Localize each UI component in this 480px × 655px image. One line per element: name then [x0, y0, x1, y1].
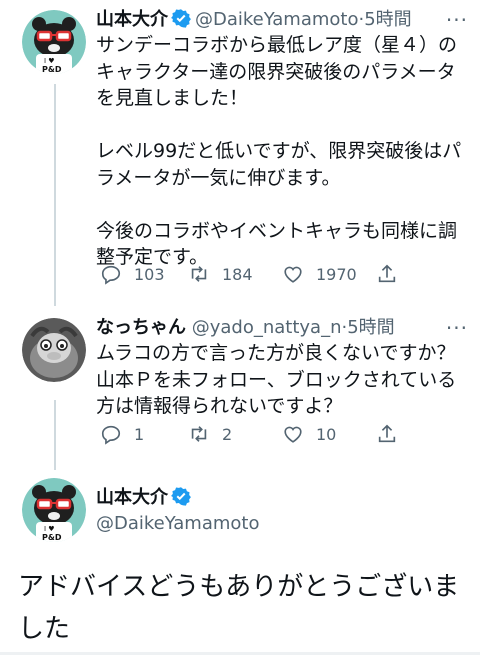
retweet-icon	[191, 426, 207, 442]
reply-icon	[101, 425, 121, 445]
like-count: 1970	[316, 264, 357, 284]
avatar[interactable]: I ♥ P&D	[22, 478, 86, 542]
timestamp[interactable]: 5時間	[347, 317, 394, 338]
focused-tweet-text: アドバイスどうもありがとうございました	[18, 572, 460, 644]
reply-button[interactable]: 103	[100, 262, 165, 286]
verified-icon	[171, 487, 191, 506]
avatar-bear-image: I ♥ P&D	[22, 478, 86, 542]
more-icon[interactable]: ···	[446, 8, 468, 32]
retweet-button[interactable]: 2	[188, 422, 232, 446]
like-icon	[284, 266, 302, 283]
retweet-icon	[191, 266, 207, 282]
share-button[interactable]	[376, 262, 410, 286]
author-name[interactable]: 山本大介	[96, 9, 168, 30]
verified-icon	[171, 9, 191, 28]
like-icon	[284, 426, 302, 443]
avatar[interactable]: I ♥ P&D	[22, 10, 86, 74]
tweet-text: ムラコの方で言った方が良くないですか？山本Ｐを未フォロー、ブロックされている方は…	[96, 342, 457, 417]
focused-name-row: 山本大介	[96, 486, 195, 510]
focused-handle-row: @DaikeYamamoto	[96, 512, 259, 536]
author-handle[interactable]: @DaikeYamamoto	[96, 513, 259, 534]
avatar-badge-text: P&D	[42, 533, 62, 542]
avatar[interactable]	[22, 318, 86, 382]
retweet-count: 184	[222, 264, 253, 284]
timestamp[interactable]: 5時間	[364, 9, 411, 30]
author-handle[interactable]: @yado_nattya_n	[192, 317, 342, 338]
retweet-button[interactable]: 184	[188, 262, 253, 286]
avatar-character-image	[22, 318, 86, 382]
reply-button[interactable]: 1	[100, 422, 144, 446]
tweet-header: なっちゃん @yado_nattya_n·5時間	[96, 316, 395, 340]
avatar-heart-text: I ♥	[44, 525, 55, 533]
reply-count: 1	[134, 424, 145, 444]
reply-count: 103	[134, 264, 165, 284]
author-handle[interactable]: @DaikeYamamoto	[195, 9, 358, 30]
share-button[interactable]	[376, 422, 410, 446]
retweet-count: 2	[222, 424, 233, 444]
avatar-bear-image: I ♥ P&D	[22, 10, 86, 74]
share-icon	[378, 264, 396, 283]
tweet-actions: 103 184 1970	[96, 262, 466, 286]
share-icon	[378, 424, 396, 443]
avatar-badge-text: P&D	[42, 65, 62, 74]
avatar-heart-text: I ♥	[44, 57, 55, 65]
tweet-actions: 1 2 10	[96, 422, 466, 446]
author-name[interactable]: 山本大介	[96, 487, 168, 508]
reply-icon	[101, 265, 121, 285]
like-button[interactable]: 1970	[282, 262, 357, 286]
tweet-text: サンデーコラボから最低レア度（星４）のキャラクター達の限界突破後のパラメータを見…	[96, 34, 462, 268]
tweet-header: 山本大介 @DaikeYamamoto·5時間	[96, 8, 412, 32]
thread-line	[54, 400, 56, 470]
thread-line	[54, 84, 56, 306]
author-name[interactable]: なっちゃん	[96, 317, 186, 338]
more-icon[interactable]: ···	[446, 316, 468, 340]
like-button[interactable]: 10	[282, 422, 336, 446]
like-count: 10	[316, 424, 337, 444]
